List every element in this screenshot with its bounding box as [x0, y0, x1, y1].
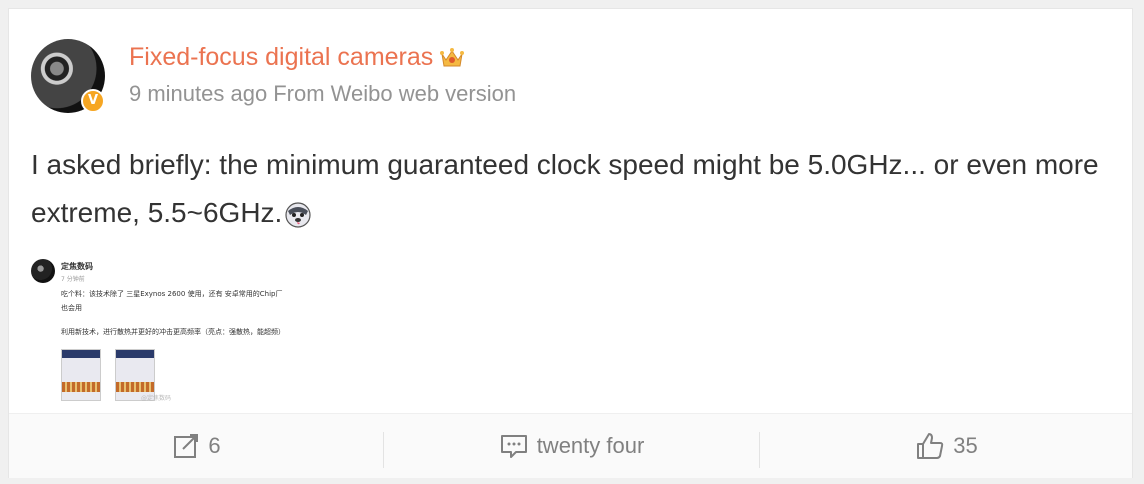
author-name[interactable]: Fixed-focus digital cameras — [129, 43, 433, 71]
embedded-author: 定焦数码 — [61, 262, 93, 271]
post-time[interactable]: 9 minutes ago — [129, 81, 267, 106]
embedded-line-3: 利用新技术，进行散热并更好的冲击更高频率（亮点：强散热，能超频） — [61, 328, 285, 336]
embedded-line-2: 也会用 — [61, 304, 82, 312]
crown-badge-icon — [440, 48, 465, 67]
thumbs-up-icon — [917, 433, 944, 459]
avatar[interactable]: V — [31, 39, 105, 113]
embedded-time: 7 分钟前 — [61, 276, 85, 283]
verified-badge: V — [81, 89, 105, 113]
like-button[interactable]: 35 — [759, 414, 1134, 478]
like-count: 35 — [953, 433, 978, 458]
post-text: I asked briefly: the minimum guaranteed … — [31, 141, 1111, 237]
comment-count: twenty four — [536, 433, 645, 458]
repost-button[interactable]: 6 — [9, 414, 384, 478]
repost-count: 6 — [208, 433, 221, 458]
embedded-watermark: @定焦数码 — [141, 395, 172, 401]
husky-emoji-icon — [285, 202, 311, 228]
embedded-screenshot-image[interactable]: 定焦数码 7 分钟前 吃个料：该技术除了 三星Exynos 2600 使用，还有… — [31, 255, 325, 401]
post-meta: 9 minutes ago From Weibo web version — [129, 81, 522, 107]
post-body: I asked briefly: the minimum guaranteed … — [31, 149, 1099, 228]
weibo-post-card: V Fixed-focus digital cameras 9 minutes … — [8, 8, 1133, 478]
embedded-line-1: 吃个料：该技术除了 三星Exynos 2600 使用，还有 安卓常用的Chip厂 — [61, 290, 283, 298]
repost-icon — [174, 434, 199, 458]
author-name-row: Fixed-focus digital cameras — [129, 43, 465, 72]
embedded-avatar — [31, 259, 55, 283]
embedded-slide-1 — [61, 349, 101, 401]
action-bar: 6 twenty four 35 — [9, 414, 1132, 478]
post-source: From Weibo web version — [273, 81, 517, 106]
comment-icon — [500, 435, 527, 458]
comment-button[interactable]: twenty four — [384, 414, 759, 478]
